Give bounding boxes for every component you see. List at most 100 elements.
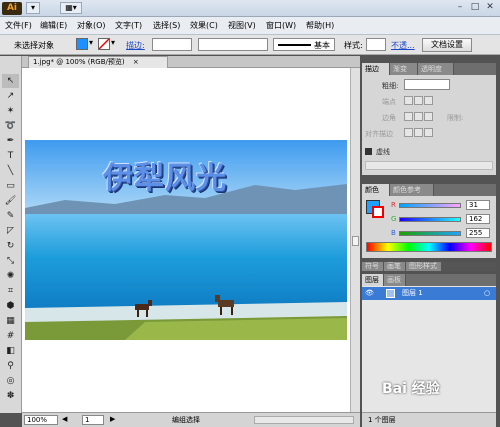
bevel-join-icon[interactable]	[424, 112, 433, 121]
green-value-field[interactable]: 162	[466, 214, 490, 224]
artwork-image[interactable]: 伊犁风光	[25, 140, 347, 340]
free-transform-tool-icon[interactable]: ⌗	[2, 284, 19, 298]
magic-wand-tool-icon[interactable]: ✶	[2, 104, 19, 118]
mesh-tool-icon[interactable]: #	[2, 329, 19, 343]
shape-builder-tool-icon[interactable]: ⬢	[2, 299, 19, 313]
green-slider[interactable]	[399, 217, 461, 222]
red-value-field[interactable]: 31	[466, 200, 490, 210]
maximize-button[interactable]: □	[467, 1, 483, 14]
artwork-title-text[interactable]: 伊犁风光	[103, 153, 227, 197]
bridge-dropdown-button[interactable]: ▾	[26, 2, 40, 14]
menu-select[interactable]: 选择(S)	[153, 20, 180, 31]
color-panel: R 31 G 162 B 255	[362, 196, 496, 258]
document-tab[interactable]: 1.jpg* @ 100% (RGB/预览) ×	[28, 56, 168, 68]
dash-checkbox[interactable]	[365, 148, 372, 155]
previous-artboard-icon[interactable]: ◀	[62, 415, 67, 423]
selection-tool-icon[interactable]: ↖	[2, 74, 19, 88]
variable-width-field[interactable]	[198, 38, 268, 51]
tab-color[interactable]: 颜色	[362, 184, 390, 196]
stroke-color-swatch[interactable]	[372, 206, 384, 218]
color-spectrum-bar[interactable]	[366, 242, 492, 252]
layer-target-icon[interactable]: ○	[484, 287, 490, 300]
style-swatch[interactable]	[366, 38, 386, 51]
opacity-link[interactable]: 不透...	[391, 40, 415, 51]
tab-symbols[interactable]: 符号	[362, 262, 384, 271]
artboard-number-field[interactable]: 1	[82, 415, 104, 425]
menu-type[interactable]: 文字(T)	[115, 20, 142, 31]
tab-gradient[interactable]: 渐变	[390, 63, 418, 75]
close-button[interactable]: ✕	[482, 1, 498, 14]
eraser-tool-icon[interactable]: ◸	[2, 224, 19, 238]
miter-join-icon[interactable]	[404, 112, 413, 121]
document-settings-button[interactable]: 文档设置	[422, 38, 472, 52]
limit-label: 限制:	[447, 114, 464, 122]
close-tab-icon[interactable]: ×	[133, 58, 139, 66]
blend-tool-icon[interactable]: ◎	[2, 374, 19, 388]
menu-effect[interactable]: 效果(C)	[190, 20, 218, 31]
stroke-weight-field[interactable]	[152, 38, 192, 51]
direct-selection-tool-icon[interactable]: ↗	[2, 89, 19, 103]
vertical-scrollbar[interactable]	[350, 68, 360, 412]
menu-file[interactable]: 文件(F)	[5, 20, 32, 31]
tab-brushes[interactable]: 画笔	[384, 262, 406, 271]
menu-object[interactable]: 对象(O)	[77, 20, 106, 31]
menu-edit[interactable]: 编辑(E)	[40, 20, 67, 31]
paintbrush-tool-icon[interactable]: 🖌	[2, 194, 19, 208]
round-join-icon[interactable]	[414, 112, 423, 121]
tab-color-guide[interactable]: 颜色参考	[390, 184, 434, 196]
butt-cap-icon[interactable]	[404, 96, 413, 105]
tab-stroke[interactable]: 描边	[362, 63, 390, 75]
style-label: 样式:	[344, 41, 363, 50]
line-tool-icon[interactable]: ╲	[2, 164, 19, 178]
control-bar: 未选择对象 ▾ ▾ 描边: 基本 样式: 不透... 文档设置	[0, 35, 500, 55]
arrange-documents-button[interactable]: ▦▾	[60, 2, 82, 14]
stroke-label-link[interactable]: 描边:	[126, 40, 145, 51]
gradient-tool-icon[interactable]: ◧	[2, 344, 19, 358]
minimize-button[interactable]: –	[452, 1, 468, 14]
chevron-down-icon[interactable]: ▾	[111, 38, 115, 47]
status-bar: 100% ◀ 1 ▶ 编组选择	[22, 412, 360, 427]
red-slider[interactable]	[399, 203, 461, 208]
round-cap-icon[interactable]	[414, 96, 423, 105]
tab-graphic-styles[interactable]: 图形样式	[406, 262, 442, 271]
scale-tool-icon[interactable]: ⤡	[2, 254, 19, 268]
scroll-thumb[interactable]	[352, 236, 359, 246]
watermark: Bai 经验	[382, 381, 440, 397]
rotate-tool-icon[interactable]: ↻	[2, 239, 19, 253]
symbol-sprayer-tool-icon[interactable]: ✽	[2, 389, 19, 403]
rectangle-tool-icon[interactable]: ▭	[2, 179, 19, 193]
eye-icon[interactable]: 👁	[365, 287, 374, 300]
blue-value-field[interactable]: 255	[466, 228, 490, 238]
type-tool-icon[interactable]: T	[2, 149, 19, 163]
dash-gap-fields[interactable]	[365, 161, 493, 170]
brush-definition-field[interactable]: 基本	[273, 38, 335, 51]
menu-window[interactable]: 窗口(W)	[266, 20, 296, 31]
chevron-down-icon[interactable]: ▾	[89, 38, 93, 47]
layer-name[interactable]: 图层 1	[402, 287, 423, 300]
tab-transparency[interactable]: 透明度	[418, 63, 454, 75]
pencil-tool-icon[interactable]: ✎	[2, 209, 19, 223]
lasso-tool-icon[interactable]: ➰	[2, 119, 19, 133]
layer-row[interactable]: 👁 图层 1 ○	[362, 287, 496, 300]
fill-swatch[interactable]	[76, 38, 88, 50]
menu-view[interactable]: 视图(V)	[228, 20, 256, 31]
tab-layers[interactable]: 图层	[362, 274, 384, 286]
square-cap-icon[interactable]	[424, 96, 433, 105]
corner-label: 边角	[382, 114, 396, 122]
stroke-swatch[interactable]	[98, 38, 110, 50]
warp-tool-icon[interactable]: ✺	[2, 269, 19, 283]
eyedropper-tool-icon[interactable]: ⚲	[2, 359, 19, 373]
zoom-field[interactable]: 100%	[24, 415, 58, 425]
align-outside-icon[interactable]	[424, 128, 433, 137]
next-artboard-icon[interactable]: ▶	[110, 415, 115, 423]
weight-field[interactable]	[404, 79, 450, 90]
blue-slider[interactable]	[399, 231, 461, 236]
align-center-icon[interactable]	[404, 128, 413, 137]
tab-artboards[interactable]: 画板	[384, 274, 406, 286]
horizontal-scrollbar[interactable]	[254, 416, 354, 424]
pen-tool-icon[interactable]: ✒	[2, 134, 19, 148]
stroke-line-preview	[278, 44, 311, 46]
perspective-grid-tool-icon[interactable]: ▦	[2, 314, 19, 328]
align-inside-icon[interactable]	[414, 128, 423, 137]
menu-help[interactable]: 帮助(H)	[306, 20, 334, 31]
